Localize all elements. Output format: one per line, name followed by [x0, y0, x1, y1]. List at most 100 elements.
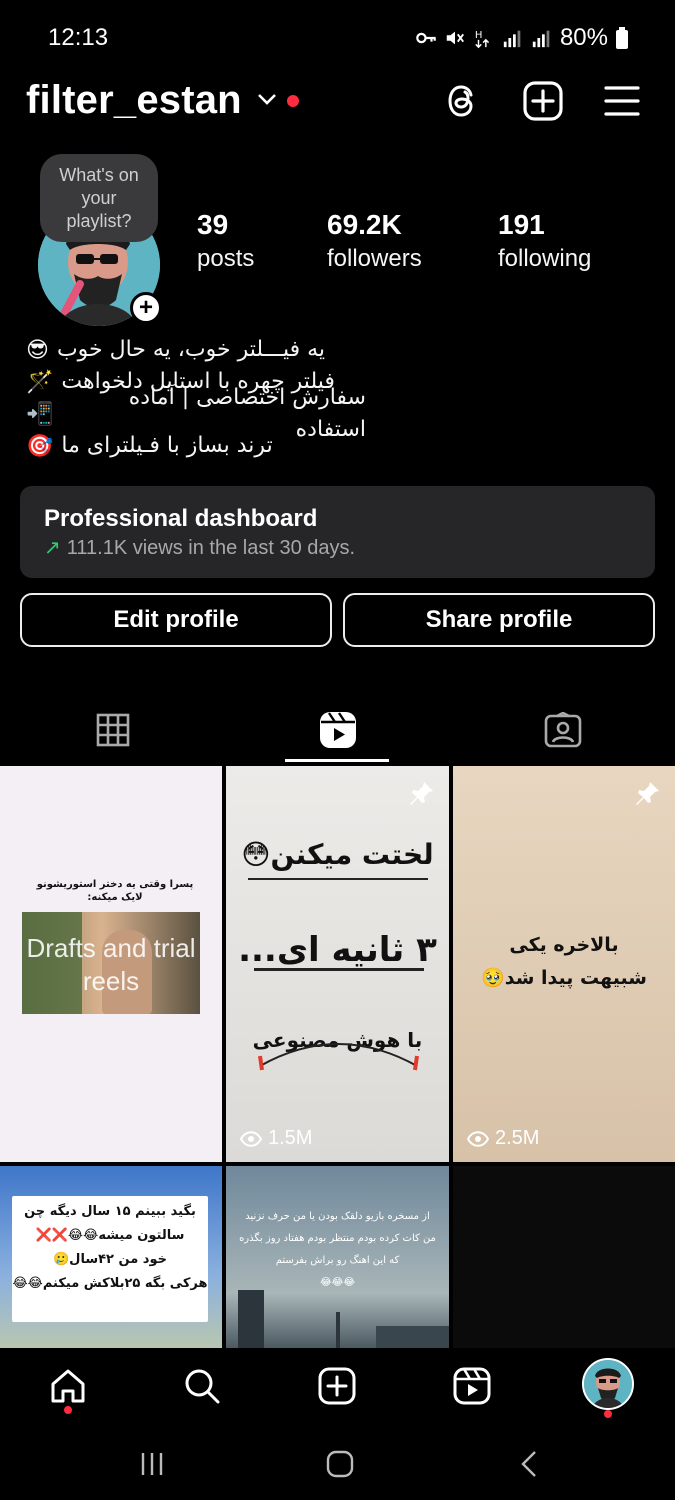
- trend-up-icon: ↗: [44, 537, 61, 559]
- system-nav-bar: [0, 1424, 675, 1500]
- create-icon[interactable]: [522, 80, 564, 122]
- back-button[interactable]: [510, 1444, 550, 1484]
- nav-create[interactable]: [313, 1362, 361, 1410]
- home-icon: [51, 1369, 85, 1403]
- reel-tile[interactable]: بالاخره یکی شبیهت پیدا شد🥹 2.5M: [453, 766, 675, 1162]
- view-count: 2.5M: [467, 1127, 539, 1150]
- share-profile-button[interactable]: Share profile: [343, 593, 655, 647]
- signal-icon: [532, 30, 550, 48]
- add-story-button[interactable]: +: [130, 292, 162, 324]
- mute-icon: [446, 31, 464, 45]
- menu-icon[interactable]: [601, 80, 643, 122]
- reel-text: شبیهت پیدا شد🥹: [481, 967, 647, 989]
- following-label: following: [498, 245, 592, 272]
- notification-dot: [287, 95, 299, 107]
- followers-count: 69.2K: [327, 209, 402, 240]
- svg-text:H: H: [475, 30, 483, 41]
- home-button-icon: [326, 1450, 354, 1478]
- reel-tile[interactable]: بگید ببینم ۱۵ سال دیگه چن سالتون میشه😂😂❌…: [0, 1166, 222, 1348]
- posts-count: 39: [197, 209, 229, 240]
- profile-header: filter_estan: [0, 78, 675, 126]
- battery-percent: 80%: [559, 24, 608, 51]
- bio-emoji: 😎: [26, 337, 49, 362]
- reel-text: ۳ ثانیه ای...: [238, 930, 437, 970]
- eye-icon: [240, 1130, 262, 1147]
- chevron-down-icon[interactable]: [257, 92, 277, 106]
- tab-grid[interactable]: [0, 700, 225, 760]
- signal-icon: [503, 30, 521, 48]
- reel-text: بالاخره یکی: [509, 934, 619, 956]
- bio-emoji: 📲: [26, 401, 54, 426]
- profile-notification-dot: [604, 1410, 612, 1418]
- bio: یه فیـــلتر خوب، یه حال خوب 😎 فیلتر چهره …: [26, 334, 446, 462]
- back-icon: [521, 1451, 536, 1477]
- reel-text: خود من ۴۲سال🥲: [52, 1252, 167, 1267]
- reels-icon: [319, 712, 356, 748]
- dashboard-subtitle: 111.1K views in the last 30 days.: [66, 537, 356, 559]
- bio-emoji: 🪄: [26, 369, 54, 394]
- followers-label: followers: [327, 245, 422, 272]
- stat-followers[interactable]: 69.2K followers: [327, 208, 422, 276]
- reel-tile[interactable]: پسرا وقتی یه دختر استوریشونو لایک میکنه:…: [0, 766, 222, 1162]
- reel-text: سالتون میشه😂😂❌❌: [35, 1228, 185, 1243]
- reel-text-card: بگید ببینم ۱۵ سال دیگه چن سالتون میشه😂😂❌…: [12, 1196, 208, 1322]
- status-time: 12:13: [48, 24, 109, 51]
- bio-text: ترند بساز با فـیلترای ما: [61, 433, 273, 458]
- reel-text: از مسخره بازیو دلقک بودن یا من حرف نزنید: [245, 1211, 430, 1222]
- bio-line: یه فیـــلتر خوب، یه حال خوب 😎: [26, 334, 366, 366]
- home-button[interactable]: [320, 1444, 360, 1484]
- nav-reels[interactable]: [448, 1362, 496, 1410]
- bottom-nav: [0, 1348, 675, 1424]
- reel-tile[interactable]: [453, 1166, 675, 1348]
- reel-tile[interactable]: از مسخره بازیو دلقک بودن یا من حرف نزنید…: [226, 1166, 449, 1348]
- search-icon: [185, 1369, 220, 1404]
- tab-reels[interactable]: [225, 700, 450, 760]
- view-count-text: 1.5M: [268, 1127, 313, 1149]
- nav-profile[interactable]: [582, 1358, 634, 1410]
- pin-icon: [636, 782, 659, 805]
- note-bubble[interactable]: What's on your playlist?: [40, 154, 158, 242]
- create-icon: [318, 1367, 356, 1405]
- profile-avatar: [584, 1360, 632, 1408]
- tagged-icon: [544, 712, 581, 748]
- status-bar: 12:13 H 80%: [0, 0, 675, 76]
- threads-icon[interactable]: [442, 80, 484, 122]
- nav-search[interactable]: [178, 1362, 226, 1410]
- data-icon: H: [475, 30, 490, 49]
- active-tab-indicator: [285, 759, 389, 762]
- reel-text: 😂😂😂: [319, 1277, 356, 1288]
- reel-caption: پسرا وقتی یه دختر استوریشونو لایک میکنه:: [36, 879, 194, 903]
- recents-button[interactable]: [132, 1444, 172, 1484]
- posts-label: posts: [197, 245, 255, 272]
- key-icon: [416, 32, 436, 44]
- reel-text: بگید ببینم ۱۵ سال دیگه چن: [24, 1204, 196, 1219]
- reel-tile[interactable]: لختت میکنن😳 ۳ ثانیه ای... با هوش مصنوعی …: [226, 766, 449, 1162]
- recents-icon: [141, 1453, 163, 1475]
- pin-icon: [410, 782, 433, 805]
- edit-profile-button[interactable]: Edit profile: [20, 593, 332, 647]
- home-notification-dot: [64, 1406, 72, 1414]
- following-count: 191: [498, 209, 545, 240]
- stat-following[interactable]: 191 following: [498, 208, 591, 276]
- reel-text: لختت میکنن😳: [241, 838, 434, 871]
- status-icons: H 80%: [415, 24, 629, 52]
- bio-line: سفارش اختصاصی | آماده استفاده 📲: [26, 385, 366, 442]
- view-count: 1.5M: [240, 1127, 312, 1150]
- reel-text: من کات کرده بودم منتظر بودم هفتاد روز بگ…: [239, 1233, 436, 1244]
- grid-icon: [96, 713, 129, 747]
- username[interactable]: filter_estan: [26, 78, 242, 123]
- reels-icon: [453, 1367, 491, 1405]
- battery-icon: [616, 27, 628, 49]
- dashboard-subtitle-row: ↗ 111.1K views in the last 30 days.: [44, 534, 631, 562]
- stat-posts[interactable]: 39 posts: [197, 208, 254, 276]
- reel-text: هرکی بگه ۲۵بلاکش میکنم😂😂: [12, 1276, 208, 1291]
- dashboard-title: Professional dashboard: [44, 505, 318, 532]
- eye-icon: [467, 1130, 489, 1147]
- tab-tagged[interactable]: [450, 700, 675, 760]
- bio-emoji: 🎯: [26, 433, 54, 458]
- professional-dashboard[interactable]: Professional dashboard ↗ 111.1K views in …: [20, 486, 655, 578]
- nav-home[interactable]: [44, 1362, 92, 1410]
- bio-text: یه فیـــلتر خوب، یه حال خوب: [56, 337, 326, 362]
- arc-decoration: [258, 1043, 419, 1071]
- reel-text: که این اهنگ رو براش بفرستم: [275, 1255, 400, 1266]
